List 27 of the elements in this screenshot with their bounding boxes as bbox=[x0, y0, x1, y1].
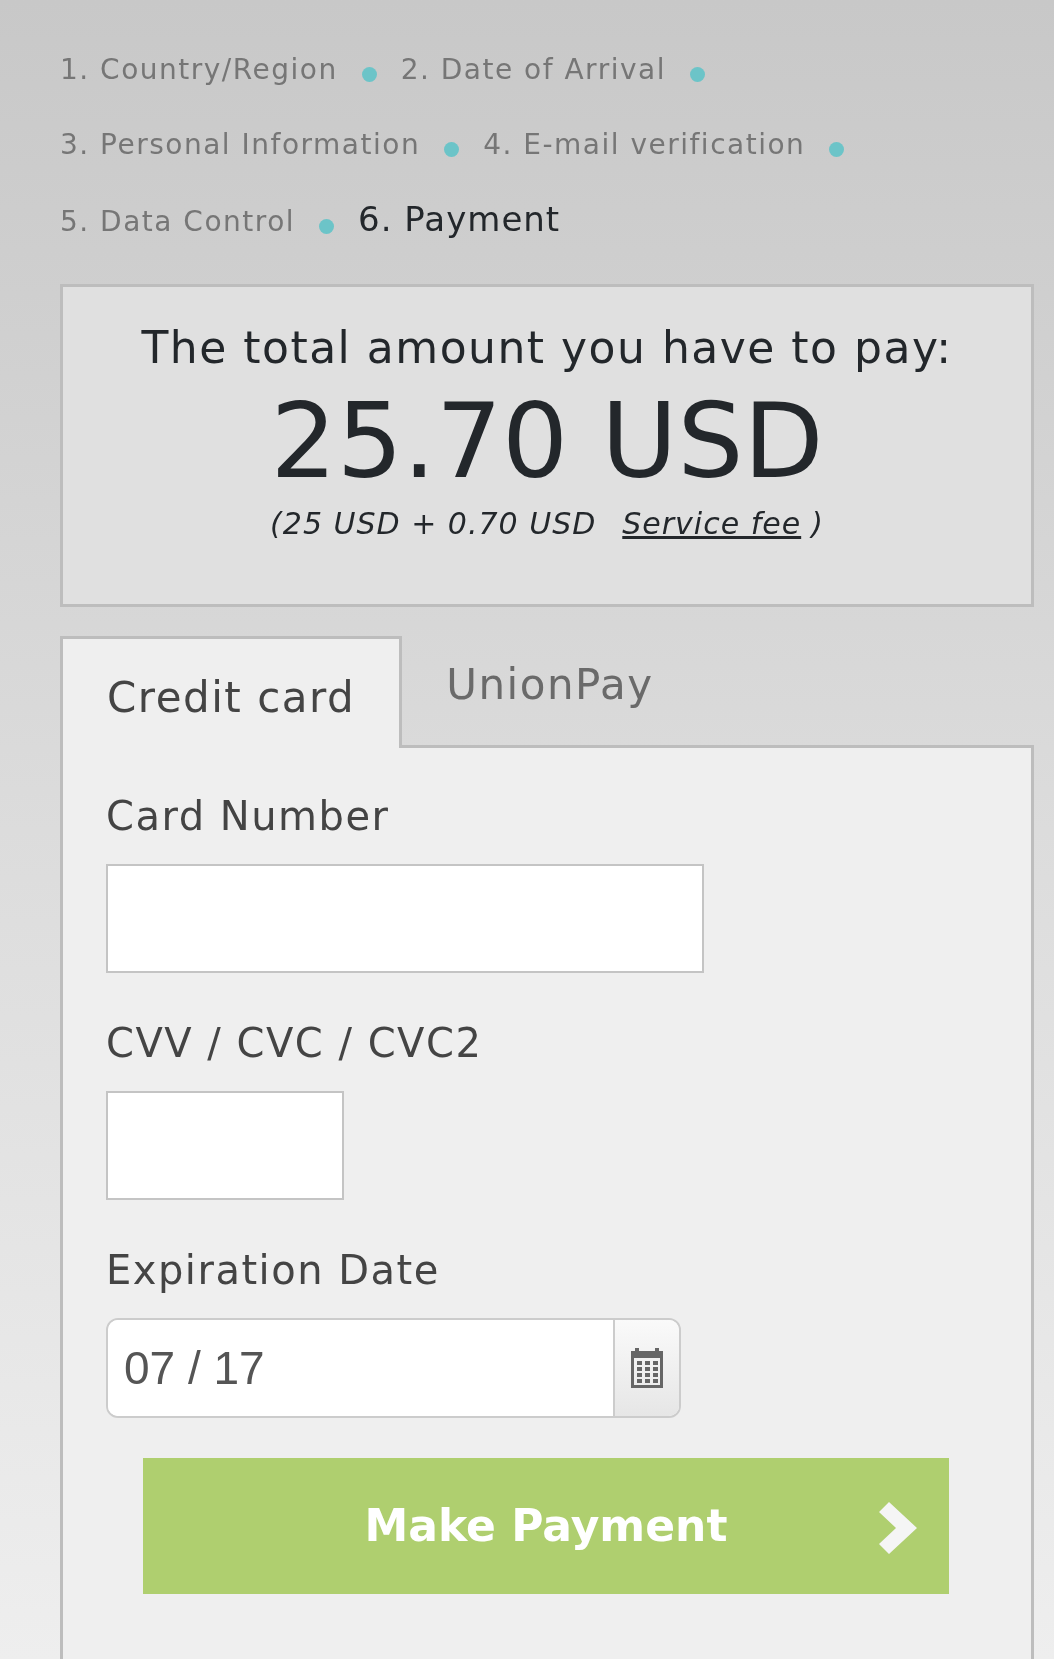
step-label: 4. E-mail verification bbox=[483, 128, 806, 161]
calendar-button[interactable] bbox=[613, 1320, 679, 1416]
step-separator-icon bbox=[829, 142, 845, 157]
step-separator-icon bbox=[444, 142, 460, 157]
step-separator-icon bbox=[361, 67, 377, 82]
payment-tab[interactable]: Credit card bbox=[60, 636, 403, 748]
calendar-icon bbox=[629, 1347, 665, 1389]
field-label: Expiration Date bbox=[106, 1246, 441, 1295]
step-separator-icon bbox=[319, 219, 335, 234]
field-label: Card Number bbox=[106, 792, 391, 841]
input-field[interactable] bbox=[106, 864, 704, 973]
step-label: 6. Payment bbox=[358, 199, 561, 239]
chevron-right-icon bbox=[879, 1502, 919, 1554]
total-heading: The total amount you have to pay: bbox=[141, 321, 953, 375]
field-label: CVV / CVC / CVC2 bbox=[106, 1019, 484, 1068]
step-separator-icon bbox=[689, 67, 705, 82]
step-label: 1. Country/Region bbox=[60, 53, 338, 86]
payment-tab[interactable]: UnionPay bbox=[402, 633, 698, 745]
step-label: 5. Data Control bbox=[60, 205, 296, 238]
input-field[interactable] bbox=[106, 1091, 344, 1200]
total-amount: 25.70 USD bbox=[270, 381, 824, 501]
step-label: 3. Personal Information bbox=[60, 128, 421, 161]
service-fee-link[interactable]: Service fee bbox=[622, 501, 802, 546]
fee-breakdown: (25 USD + 0.70 USD bbox=[270, 505, 597, 543]
step-label: 2. Date of Arrival bbox=[400, 53, 666, 86]
date-field[interactable]: 07 / 17 bbox=[106, 1318, 681, 1418]
closing-parenthesis: ) bbox=[811, 505, 824, 543]
